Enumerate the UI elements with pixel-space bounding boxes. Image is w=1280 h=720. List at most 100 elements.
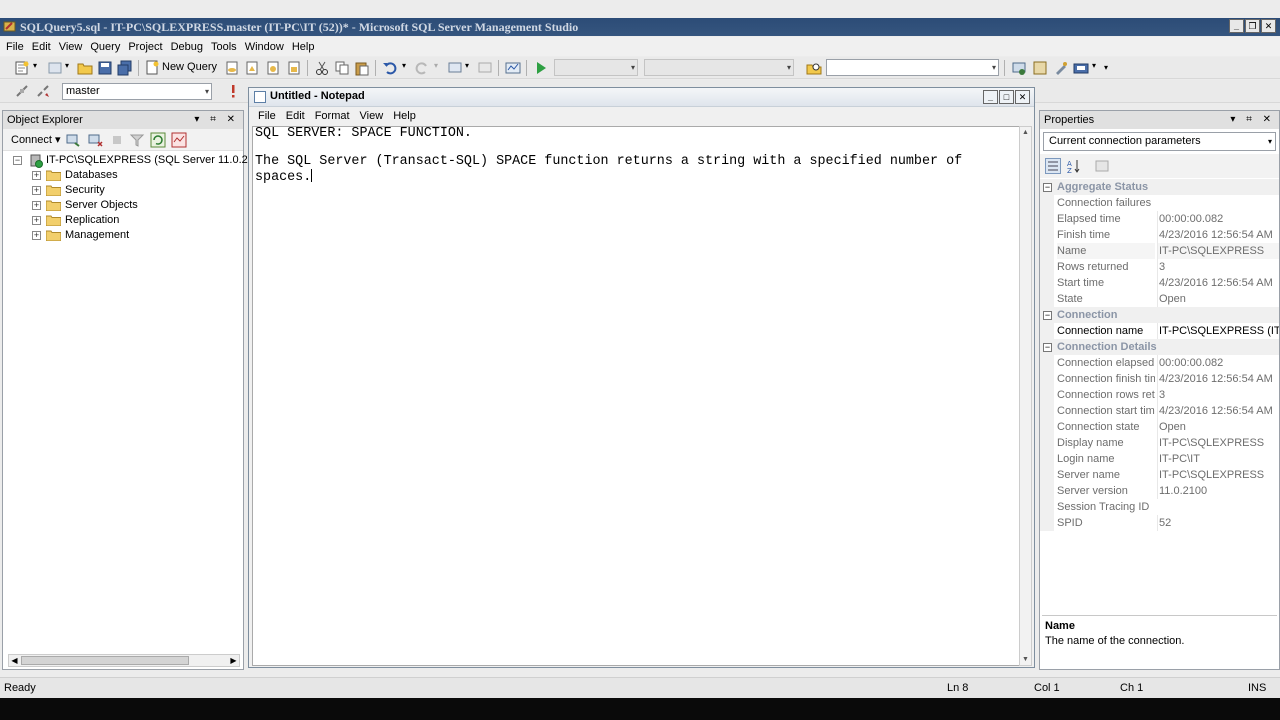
registered-servers-icon[interactable] [1011, 60, 1027, 76]
dropdown-arrow-icon[interactable]: ▾ [65, 61, 69, 70]
dropdown-arrow-icon[interactable]: ▾ [1092, 61, 1096, 70]
alphabetical-icon[interactable]: AZ [1066, 158, 1082, 174]
property-row[interactable]: Start time 4/23/2016 12:56:54 AM [1040, 275, 1279, 291]
property-row[interactable]: Display name IT-PC\SQLEXPRESS [1040, 435, 1279, 451]
solution-platform-combo[interactable]: ▾ [644, 59, 794, 76]
notepad-close-button[interactable]: ✕ [1015, 90, 1030, 104]
property-category[interactable]: − Connection [1040, 307, 1279, 323]
scroll-down-icon[interactable]: ▼ [1020, 654, 1031, 665]
property-row[interactable]: Connection finish time 4/23/2016 12:56:54… [1040, 371, 1279, 387]
new-query-icon[interactable] [144, 60, 160, 76]
property-row[interactable]: Rows returned 3 [1040, 259, 1279, 275]
connect-icon[interactable] [14, 83, 30, 99]
expand-icon[interactable]: + [32, 171, 41, 180]
menu-view[interactable]: View [55, 41, 87, 53]
property-row[interactable]: State Open [1040, 291, 1279, 307]
available-databases-combo[interactable]: master ▾ [62, 83, 212, 100]
copy-icon[interactable] [334, 60, 350, 76]
tree-node-security[interactable]: + Security [3, 183, 243, 198]
properties-window-icon[interactable] [1053, 60, 1069, 76]
navigate-backward-icon[interactable] [447, 60, 463, 76]
toolbox-icon[interactable] [1073, 60, 1089, 76]
property-pages-icon[interactable] [1094, 158, 1110, 174]
paste-icon[interactable] [354, 60, 370, 76]
restore-button[interactable]: ❐ [1245, 19, 1260, 33]
database-engine-query-icon[interactable] [224, 60, 240, 76]
property-category[interactable]: − Aggregate Status [1040, 179, 1279, 195]
new-query-button[interactable]: New Query [162, 61, 217, 73]
tree-node-replication[interactable]: + Replication [3, 213, 243, 228]
expand-icon[interactable]: + [32, 216, 41, 225]
notepad-text-area[interactable]: SQL SERVER: SPACE FUNCTION. The SQL Serve… [252, 126, 1021, 666]
navigate-forward-icon[interactable] [477, 60, 493, 76]
categorized-icon[interactable] [1045, 158, 1061, 174]
start-debugging-icon[interactable] [533, 60, 549, 76]
dropdown-arrow-icon[interactable]: ▾ [465, 61, 469, 70]
activity-monitor-icon[interactable] [171, 132, 187, 148]
panel-window-buttons[interactable]: ▾ ⌗ ✕ [1230, 111, 1275, 129]
add-item-icon[interactable] [47, 60, 63, 76]
undo-icon[interactable] [382, 60, 398, 76]
property-row[interactable]: Connection state Open [1040, 419, 1279, 435]
collapse-icon[interactable]: − [1043, 183, 1052, 192]
dropdown-arrow-icon[interactable]: ▾ [434, 61, 438, 70]
stop-icon[interactable] [109, 132, 125, 148]
notepad-menu-file[interactable]: File [253, 110, 281, 122]
minimize-button[interactable]: _ [1229, 19, 1244, 33]
menu-tools[interactable]: Tools [207, 41, 241, 53]
dropdown-arrow-icon[interactable]: ▾ [402, 61, 406, 70]
horizontal-scrollbar[interactable]: ◀ ▶ [8, 654, 240, 667]
object-explorer-icon[interactable] [1032, 60, 1048, 76]
refresh-icon[interactable] [150, 132, 166, 148]
new-project-icon[interactable] [14, 60, 30, 76]
object-selector-combo[interactable]: Current connection parameters ▾ [1043, 132, 1276, 151]
analysis-query-icon[interactable] [244, 60, 260, 76]
menu-debug[interactable]: Debug [167, 41, 207, 53]
disconnect-icon[interactable] [87, 132, 103, 148]
property-row[interactable]: Connection start time 4/23/2016 12:56:54 … [1040, 403, 1279, 419]
connect-object-explorer-icon[interactable] [65, 132, 81, 148]
menu-edit[interactable]: Edit [28, 41, 55, 53]
filter-icon[interactable] [129, 132, 145, 148]
menu-help[interactable]: Help [288, 41, 319, 53]
activity-monitor-icon[interactable] [505, 60, 521, 76]
property-row[interactable]: Finish time 4/23/2016 12:56:54 AM [1040, 227, 1279, 243]
find-combo[interactable]: ▾ [826, 59, 999, 76]
property-row[interactable]: Connection rows retu 3 [1040, 387, 1279, 403]
notepad-vertical-scrollbar[interactable]: ▲ ▼ [1019, 126, 1032, 666]
menu-project[interactable]: Project [124, 41, 166, 53]
expand-icon[interactable]: + [32, 201, 41, 210]
scroll-up-icon[interactable]: ▲ [1020, 127, 1031, 138]
panel-window-buttons[interactable]: ▾ ⌗ ✕ [194, 111, 239, 129]
tree-node-databases[interactable]: + Databases [3, 168, 243, 183]
scroll-right-icon[interactable]: ▶ [228, 655, 239, 666]
expand-icon[interactable]: + [32, 186, 41, 195]
notepad-menu-format[interactable]: Format [310, 110, 355, 122]
property-row[interactable]: Server version 11.0.2100 [1040, 483, 1279, 499]
property-row[interactable]: Session Tracing ID [1040, 499, 1279, 515]
collapse-icon[interactable]: − [1043, 311, 1052, 320]
xmla-query-icon[interactable] [286, 60, 302, 76]
toolbar-overflow-icon[interactable]: ▾ [1104, 63, 1108, 72]
collapse-icon[interactable]: − [1043, 343, 1052, 352]
close-button[interactable]: ✕ [1261, 19, 1276, 33]
property-row[interactable]: Server name IT-PC\SQLEXPRESS [1040, 467, 1279, 483]
redo-icon[interactable] [414, 60, 430, 76]
save-all-icon[interactable] [117, 60, 133, 76]
property-row[interactable]: Connection name IT-PC\SQLEXPRESS (IT-PC [1040, 323, 1279, 339]
property-category[interactable]: − Connection Details [1040, 339, 1279, 355]
collapse-icon[interactable]: − [13, 156, 22, 165]
scroll-left-icon[interactable]: ◀ [9, 655, 20, 666]
execute-icon[interactable] [225, 83, 241, 99]
solution-configuration-combo[interactable]: ▾ [554, 59, 638, 76]
property-row[interactable]: Elapsed time 00:00:00.082 [1040, 211, 1279, 227]
scrollbar-thumb[interactable] [21, 656, 189, 665]
tree-node-server-objects[interactable]: + Server Objects [3, 198, 243, 213]
menu-window[interactable]: Window [241, 41, 288, 53]
find-in-files-icon[interactable] [806, 60, 822, 76]
expand-icon[interactable]: + [32, 231, 41, 240]
notepad-menu-edit[interactable]: Edit [281, 110, 310, 122]
change-connection-icon[interactable] [35, 83, 51, 99]
dropdown-arrow-icon[interactable]: ▾ [33, 61, 37, 70]
notepad-maximize-button[interactable]: □ [999, 90, 1014, 104]
